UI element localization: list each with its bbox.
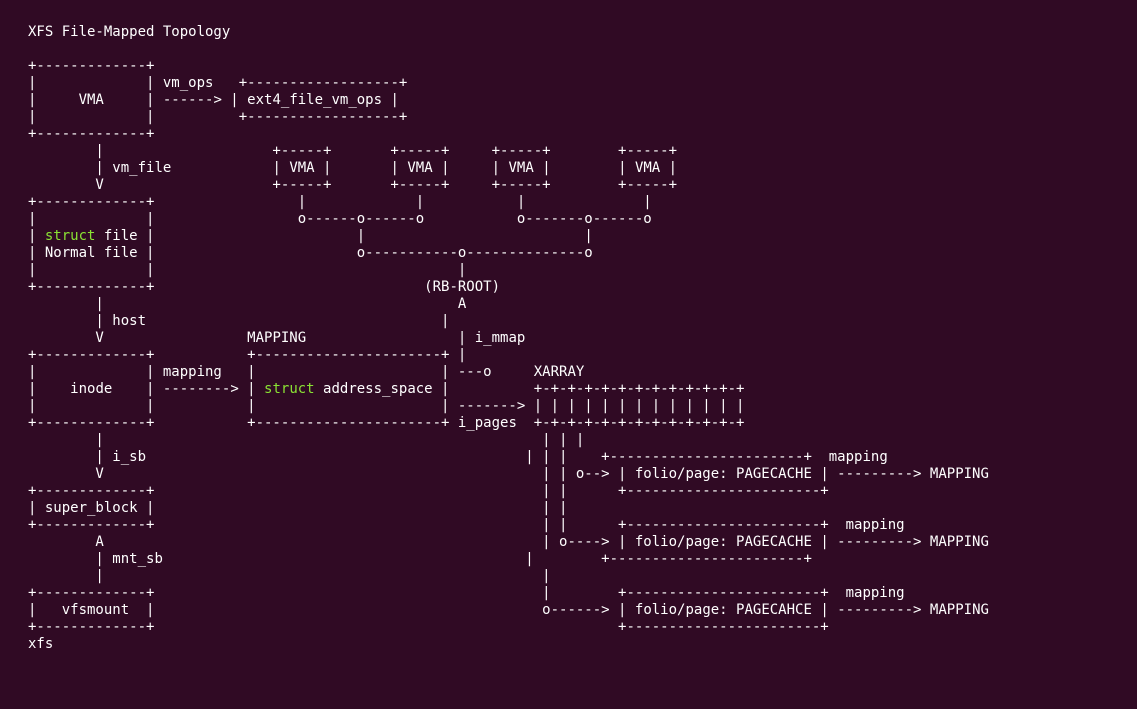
label-vma-4: VMA [635,160,660,176]
label-vm-ops: vm_ops [163,75,214,91]
label-rb-root: (RB-ROOT) [424,279,500,295]
label-mapping-dest-3: MAPPING [930,602,989,618]
label-folio-2: folio/page: PAGECACHE [635,534,812,550]
label-vma: VMA [79,92,104,108]
label-normal-file: Normal file [45,245,138,261]
label-xarray: XARRAY [534,364,585,380]
label-ext4-file-vm-ops: ext4_file_vm_ops [247,92,382,108]
keyword-struct-2: struct [264,381,315,397]
label-folio-3: folio/page: PAGECAHCE [635,602,812,618]
label-mapping-dest-1: MAPPING [930,466,989,482]
label-mapping: mapping [163,364,222,380]
label-folio-1: folio/page: PAGECACHE [635,466,812,482]
label-vma-2: VMA [407,160,432,176]
diagram-title: XFS File-Mapped Topology [28,24,230,40]
label-i-pages: i_pages [458,415,517,431]
label-mapping-3: mapping [846,585,905,601]
label-xfs: xfs [28,636,53,652]
keyword-struct-1: struct [45,228,96,244]
ascii-diagram: XFS File-Mapped Topology +-------------+… [0,0,1137,677]
label-super-block: super_block [45,500,138,516]
label-i-mmap: i_mmap [475,330,526,346]
label-i-sb: i_sb [112,449,146,465]
label-vm-file: vm_file [112,160,171,176]
label-mapping-caps: MAPPING [247,330,306,346]
label-address-space-suffix: address_space [315,381,433,397]
label-file-suffix: file [95,228,137,244]
label-mapping-2: mapping [846,517,905,533]
label-mapping-dest-2: MAPPING [930,534,989,550]
label-inode: inode [70,381,112,397]
label-vma-1: VMA [289,160,314,176]
label-vfsmount: vfsmount [62,602,129,618]
label-host: host [112,313,146,329]
label-mapping-1: mapping [829,449,888,465]
label-mnt-sb: mnt_sb [112,551,163,567]
label-vma-3: VMA [509,160,534,176]
